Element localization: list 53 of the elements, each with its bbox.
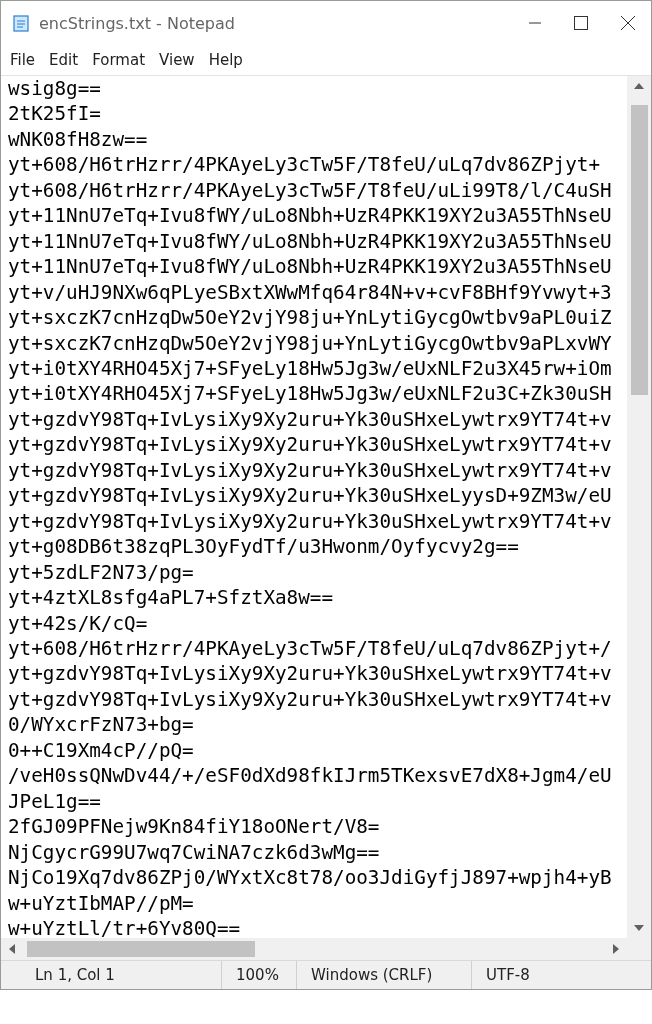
status-text: Ln 1, Col 1 [34,965,116,986]
text-line: yt+gzdvY98Tq+IvLysiXy9Xy2uru+Yk30uSHxeLywtrx9YT74t+v [8,406,613,433]
scroll-left-icon[interactable] [9,944,15,954]
text-line: w+uYztLl/tr+6Yv80Q== [8,915,242,938]
text-line: yt+4ztXL8sfg4aPL7+SfztXa8w== [8,585,335,611]
text-line: yt+g08DB6t38zqPL3OyFydTf/u3Hwonm/Oyfycvy2g== [8,534,520,560]
text-line: yt+42s/K/cQ= [8,610,149,636]
menu-item[interactable]: File [3,49,43,71]
text-line: yt+gzdvY98Tq+IvLysiXy9Xy2uru+Yk30uSHxeLywtrx9YT74t+v [8,661,613,687]
scroll-thumb[interactable] [630,105,648,395]
text-line: yt+gzdvY98Tq+IvLysiXy9Xy2uru+Yk30uSHxeLywtrx9YT74t+v [8,432,613,458]
text-line: wNK08fH8zw== [8,126,149,153]
text-line: 2fGJ09PFNejw9Kn84fiY18oONert/V8= [8,814,381,840]
text-line: NjCo19Xq7dv86ZPj0/WYxtXc8t78/oo3JdiGyfjJ897+wpjh4+yB [8,865,613,891]
scroll-up-icon[interactable] [634,83,644,89]
scroll-thumb[interactable] [27,941,255,957]
text-line: yt+gzdvY98Tq+IvLysiXy9Xy2uru+Yk30uSHxeLywtrx9YT74t+v [8,686,613,713]
scroll-down-icon[interactable] [634,925,644,931]
text-line: wsig8g== [8,76,102,102]
text-line: yt+11NnU7eTq+Ivu8fWY/uLo8Nbh+UzR4PKK19XY2u3A55ThNseU [8,254,613,280]
text-line: /veH0ssQNwDv44/+/eSF0dXd98fkIJrm5TKexsvE7dX8+Jgm4/eU [8,763,613,789]
scroll-right-icon[interactable] [613,944,619,954]
text-line: yt+sxczK7cnHzqDw5OeY2vjY98ju+YnLytiGycgOwtbv9aPLxvWY [8,330,613,356]
text-line: 0/WYxcrFzN73+bg= [8,712,195,738]
close-icon[interactable] [621,16,635,30]
maximize-icon[interactable] [574,16,588,30]
status-text: Windows (CRLF) [296,961,471,989]
status-text: UTF-8 [471,961,651,989]
menu-item[interactable]: View [152,49,202,71]
text-line: yt+gzdvY98Tq+IvLysiXy9Xy2uru+Yk30uSHxeLywtrx9YT74t+v [8,508,613,535]
text-line: yt+gzdvY98Tq+IvLysiXy9Xy2uru+Yk30uSHxeLywtrx9YT74t+v [8,457,613,484]
text-line: yt+608/H6trHzrr/4PKAyeLy3cTw5F/T8feU/uLi99T8/l/C4uSH [8,177,613,204]
menu-item[interactable]: Format [85,49,153,71]
text-line: yt+i0tXY4RHO45Xj7+SFyeLy18Hw5Jg3w/eUxNLF2u3C+Zk30uSH [8,381,613,407]
text-line: yt+608/H6trHzrr/4PKAyeLy3cTw5F/T8feU/uLq7dv86ZPjyt+ [8,152,602,178]
text-line: yt+gzdvY98Tq+IvLysiXy9Xy2uru+Yk30uSHxeLyysD+9ZM3w/eU [8,483,613,509]
text-line: 2tK25fI= [8,101,102,127]
text-line: yt+5zdLF2N73/pg= [8,559,195,586]
status-text: 100% [221,961,296,989]
text-line: JPeL1g== [8,788,102,815]
text-line: yt+608/H6trHzrr/4PKAyeLy3cTw5F/T8feU/uLq7dv86ZPjyt+/ [8,635,613,662]
menu-item[interactable]: Edit [42,49,86,71]
text-line: w+uYztIbMAP//pM= [8,890,195,916]
window-title: encStrings.txt - Notepad [39,13,235,33]
text-line: yt+11NnU7eTq+Ivu8fWY/uLo8Nbh+UzR4PKK19XY2u3A55ThNseU [8,203,613,229]
text-line: yt+i0tXY4RHO45Xj7+SFyeLy18Hw5Jg3w/eUxNLF2u3X45rw+iOm [8,356,613,382]
menu-item[interactable]: Help [201,49,250,71]
text-line: yt+sxczK7cnHzqDw5OeY2vjY98ju+YnLytiGycgOwtbv9aPL0uiZ [8,305,613,331]
text-line: yt+v/uHJ9NXw6qPLyeSBxtXWwMfq64r84N+v+cvF8BHf9Yvwyt+3 [8,279,613,306]
text-line: NjCgycrG99U7wq7CwiNA7czk6d3wMg== [8,839,381,866]
text-line: 0++C19Xm4cP//pQ= [8,737,195,764]
notepad-icon [11,13,31,33]
text-line: yt+11NnU7eTq+Ivu8fWY/uLo8Nbh+UzR4PKK19XY2u3A55ThNseU [8,228,613,255]
